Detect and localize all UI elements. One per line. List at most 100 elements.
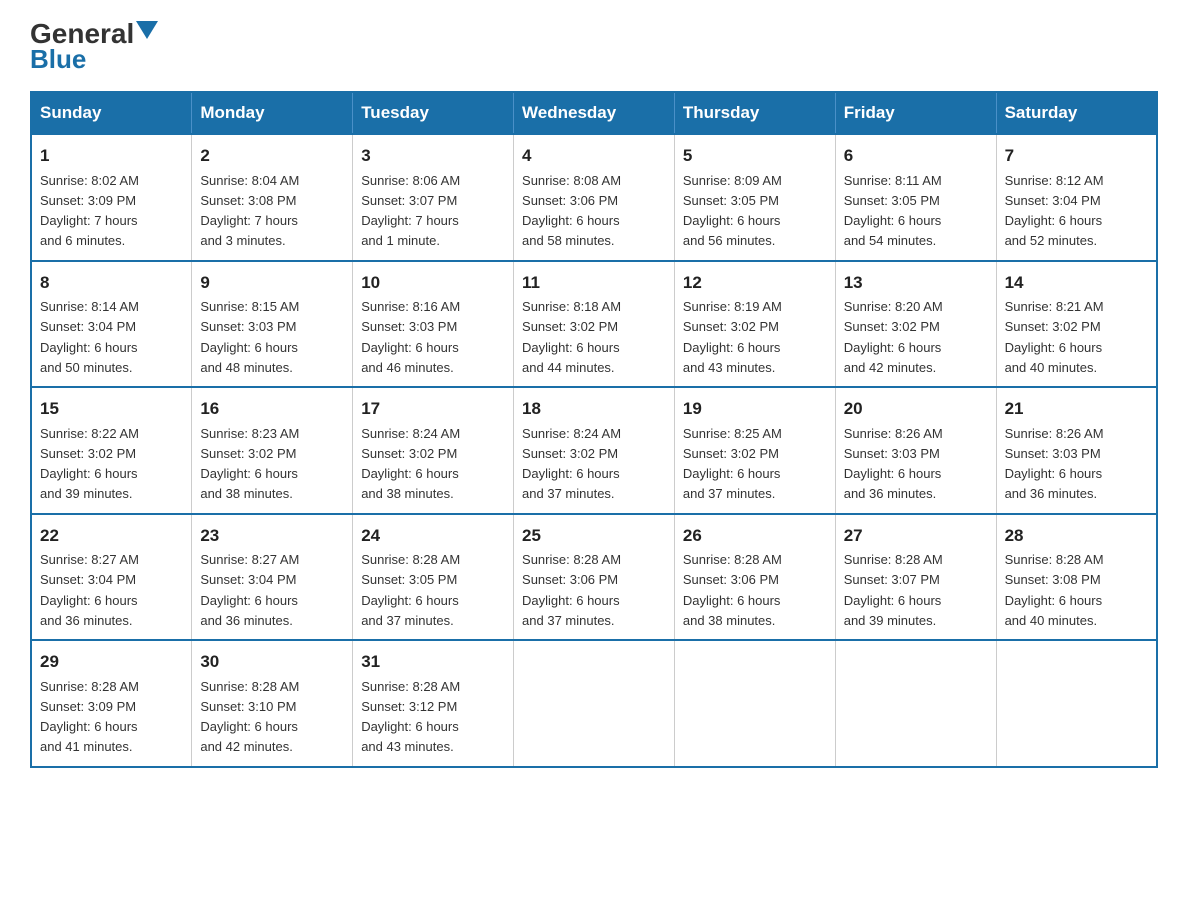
day-number: 10: [361, 270, 505, 296]
calendar-cell: [835, 640, 996, 767]
calendar-cell: 11 Sunrise: 8:18 AMSunset: 3:02 PMDayligh…: [514, 261, 675, 388]
calendar-cell: 6 Sunrise: 8:11 AMSunset: 3:05 PMDaylight…: [835, 134, 996, 261]
day-number: 23: [200, 523, 344, 549]
day-number: 14: [1005, 270, 1148, 296]
calendar-cell: 25 Sunrise: 8:28 AMSunset: 3:06 PMDayligh…: [514, 514, 675, 641]
calendar-week-row: 8 Sunrise: 8:14 AMSunset: 3:04 PMDaylight…: [31, 261, 1157, 388]
day-number: 15: [40, 396, 183, 422]
calendar-cell: 13 Sunrise: 8:20 AMSunset: 3:02 PMDayligh…: [835, 261, 996, 388]
calendar-week-row: 29 Sunrise: 8:28 AMSunset: 3:09 PMDayligh…: [31, 640, 1157, 767]
day-number: 16: [200, 396, 344, 422]
logo-blue: Blue: [30, 44, 86, 75]
day-info: Sunrise: 8:12 AMSunset: 3:04 PMDaylight:…: [1005, 173, 1104, 249]
weekday-header-tuesday: Tuesday: [353, 92, 514, 134]
day-info: Sunrise: 8:26 AMSunset: 3:03 PMDaylight:…: [1005, 426, 1104, 502]
day-number: 11: [522, 270, 666, 296]
day-info: Sunrise: 8:24 AMSunset: 3:02 PMDaylight:…: [522, 426, 621, 502]
day-number: 24: [361, 523, 505, 549]
day-info: Sunrise: 8:28 AMSunset: 3:12 PMDaylight:…: [361, 679, 460, 755]
weekday-header-sunday: Sunday: [31, 92, 192, 134]
day-info: Sunrise: 8:28 AMSunset: 3:08 PMDaylight:…: [1005, 552, 1104, 628]
page-header: General Blue: [30, 20, 1158, 75]
day-number: 27: [844, 523, 988, 549]
calendar-table: SundayMondayTuesdayWednesdayThursdayFrid…: [30, 91, 1158, 768]
day-info: Sunrise: 8:18 AMSunset: 3:02 PMDaylight:…: [522, 299, 621, 375]
day-number: 26: [683, 523, 827, 549]
calendar-week-row: 15 Sunrise: 8:22 AMSunset: 3:02 PMDayligh…: [31, 387, 1157, 514]
day-info: Sunrise: 8:21 AMSunset: 3:02 PMDaylight:…: [1005, 299, 1104, 375]
calendar-cell: 26 Sunrise: 8:28 AMSunset: 3:06 PMDayligh…: [674, 514, 835, 641]
day-info: Sunrise: 8:14 AMSunset: 3:04 PMDaylight:…: [40, 299, 139, 375]
day-info: Sunrise: 8:16 AMSunset: 3:03 PMDaylight:…: [361, 299, 460, 375]
day-number: 17: [361, 396, 505, 422]
day-info: Sunrise: 8:28 AMSunset: 3:06 PMDaylight:…: [683, 552, 782, 628]
day-info: Sunrise: 8:11 AMSunset: 3:05 PMDaylight:…: [844, 173, 942, 249]
calendar-cell: 5 Sunrise: 8:09 AMSunset: 3:05 PMDaylight…: [674, 134, 835, 261]
calendar-cell: 1Sunrise: 8:02 AMSunset: 3:09 PMDaylight…: [31, 134, 192, 261]
day-info: Sunrise: 8:28 AMSunset: 3:10 PMDaylight:…: [200, 679, 299, 755]
day-number: 18: [522, 396, 666, 422]
calendar-cell: 12 Sunrise: 8:19 AMSunset: 3:02 PMDayligh…: [674, 261, 835, 388]
day-info: Sunrise: 8:28 AMSunset: 3:06 PMDaylight:…: [522, 552, 621, 628]
day-number: 19: [683, 396, 827, 422]
day-info: Sunrise: 8:24 AMSunset: 3:02 PMDaylight:…: [361, 426, 460, 502]
day-info: Sunrise: 8:04 AMSunset: 3:08 PMDaylight:…: [200, 173, 299, 249]
calendar-cell: 16Sunrise: 8:23 AMSunset: 3:02 PMDayligh…: [192, 387, 353, 514]
calendar-cell: 4 Sunrise: 8:08 AMSunset: 3:06 PMDaylight…: [514, 134, 675, 261]
day-number: 8: [40, 270, 183, 296]
weekday-header-saturday: Saturday: [996, 92, 1157, 134]
weekday-header-wednesday: Wednesday: [514, 92, 675, 134]
day-info: Sunrise: 8:28 AMSunset: 3:07 PMDaylight:…: [844, 552, 943, 628]
calendar-cell: 3 Sunrise: 8:06 AMSunset: 3:07 PMDaylight…: [353, 134, 514, 261]
day-number: 4: [522, 143, 666, 169]
day-info: Sunrise: 8:26 AMSunset: 3:03 PMDaylight:…: [844, 426, 943, 502]
day-number: 22: [40, 523, 183, 549]
day-info: Sunrise: 8:27 AMSunset: 3:04 PMDaylight:…: [200, 552, 299, 628]
calendar-cell: 28 Sunrise: 8:28 AMSunset: 3:08 PMDayligh…: [996, 514, 1157, 641]
logo: General Blue: [30, 20, 158, 75]
calendar-cell: 18 Sunrise: 8:24 AMSunset: 3:02 PMDayligh…: [514, 387, 675, 514]
calendar-cell: 10 Sunrise: 8:16 AMSunset: 3:03 PMDayligh…: [353, 261, 514, 388]
day-number: 12: [683, 270, 827, 296]
day-info: Sunrise: 8:09 AMSunset: 3:05 PMDaylight:…: [683, 173, 782, 249]
day-info: Sunrise: 8:19 AMSunset: 3:02 PMDaylight:…: [683, 299, 782, 375]
calendar-cell: 27 Sunrise: 8:28 AMSunset: 3:07 PMDayligh…: [835, 514, 996, 641]
day-number: 20: [844, 396, 988, 422]
day-info: Sunrise: 8:15 AMSunset: 3:03 PMDaylight:…: [200, 299, 299, 375]
day-number: 30: [200, 649, 344, 675]
day-number: 29: [40, 649, 183, 675]
day-info: Sunrise: 8:20 AMSunset: 3:02 PMDaylight:…: [844, 299, 943, 375]
logo-triangle-icon: [136, 21, 158, 39]
calendar-cell: 15 Sunrise: 8:22 AMSunset: 3:02 PMDayligh…: [31, 387, 192, 514]
day-info: Sunrise: 8:22 AMSunset: 3:02 PMDaylight:…: [40, 426, 139, 502]
day-info: Sunrise: 8:06 AMSunset: 3:07 PMDaylight:…: [361, 173, 460, 249]
day-info: Sunrise: 8:08 AMSunset: 3:06 PMDaylight:…: [522, 173, 621, 249]
calendar-cell: [514, 640, 675, 767]
weekday-header-thursday: Thursday: [674, 92, 835, 134]
day-info: Sunrise: 8:28 AMSunset: 3:09 PMDaylight:…: [40, 679, 139, 755]
day-number: 25: [522, 523, 666, 549]
day-number: 9: [200, 270, 344, 296]
weekday-header-row: SundayMondayTuesdayWednesdayThursdayFrid…: [31, 92, 1157, 134]
calendar-cell: 22 Sunrise: 8:27 AMSunset: 3:04 PMDayligh…: [31, 514, 192, 641]
calendar-cell: 9 Sunrise: 8:15 AMSunset: 3:03 PMDaylight…: [192, 261, 353, 388]
weekday-header-monday: Monday: [192, 92, 353, 134]
calendar-cell: 23 Sunrise: 8:27 AMSunset: 3:04 PMDayligh…: [192, 514, 353, 641]
calendar-cell: 14 Sunrise: 8:21 AMSunset: 3:02 PMDayligh…: [996, 261, 1157, 388]
day-number: 28: [1005, 523, 1148, 549]
calendar-cell: [996, 640, 1157, 767]
day-number: 3: [361, 143, 505, 169]
calendar-cell: 7 Sunrise: 8:12 AMSunset: 3:04 PMDaylight…: [996, 134, 1157, 261]
calendar-cell: 30 Sunrise: 8:28 AMSunset: 3:10 PMDayligh…: [192, 640, 353, 767]
calendar-cell: 19 Sunrise: 8:25 AMSunset: 3:02 PMDayligh…: [674, 387, 835, 514]
day-info: Sunrise: 8:27 AMSunset: 3:04 PMDaylight:…: [40, 552, 139, 628]
day-number: 6: [844, 143, 988, 169]
day-number: 21: [1005, 396, 1148, 422]
day-number: 31: [361, 649, 505, 675]
day-number: 13: [844, 270, 988, 296]
day-info: Sunrise: 8:25 AMSunset: 3:02 PMDaylight:…: [683, 426, 782, 502]
day-number: 5: [683, 143, 827, 169]
calendar-cell: 21 Sunrise: 8:26 AMSunset: 3:03 PMDayligh…: [996, 387, 1157, 514]
day-number: 7: [1005, 143, 1148, 169]
calendar-cell: 31 Sunrise: 8:28 AMSunset: 3:12 PMDayligh…: [353, 640, 514, 767]
